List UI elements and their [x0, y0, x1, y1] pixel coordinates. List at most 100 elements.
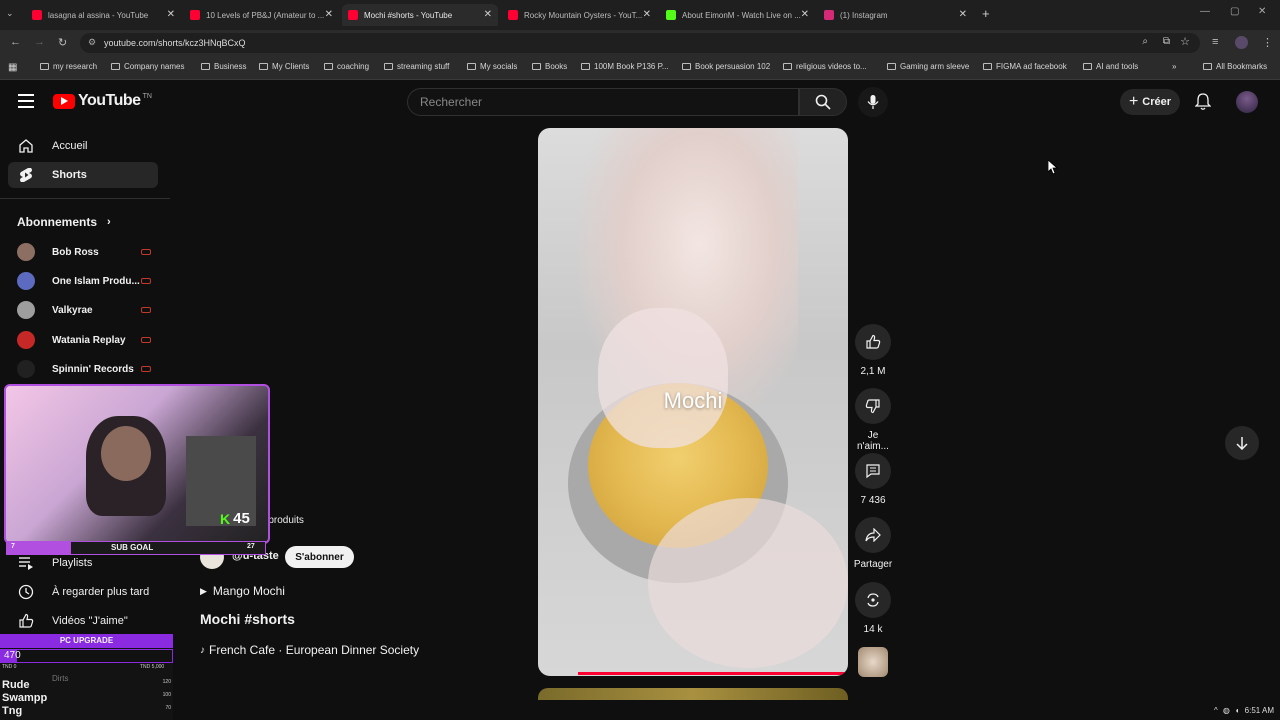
bookmark-folder[interactable]: streaming stuff — [384, 62, 449, 71]
close-tab-icon[interactable]: ✕ — [484, 9, 492, 20]
video-progress-bar[interactable] — [578, 672, 848, 675]
bookmark-folder[interactable]: Company names — [111, 62, 184, 71]
playlist-link[interactable]: ▶ Mango Mochi — [200, 584, 285, 598]
kick-favicon-icon — [666, 10, 676, 20]
folder-icon — [324, 63, 333, 70]
comments-action[interactable]: 7 436 — [852, 453, 894, 506]
bookmark-folder[interactable]: Books — [532, 62, 567, 71]
next-short-preview[interactable] — [538, 688, 848, 700]
sidebar-subscription[interactable]: Bob Ross — [17, 241, 157, 263]
browser-tab[interactable]: (1) Instagram ✕ — [818, 4, 973, 26]
new-tab-plus-icon[interactable]: + — [982, 6, 990, 21]
bookmark-folder[interactable]: coaching — [324, 62, 369, 71]
remix-count: 14 k — [863, 624, 883, 635]
pc-upgrade-max: TND 5,000 — [140, 664, 165, 670]
tray-chevron-icon[interactable]: ^ — [1214, 706, 1218, 715]
close-tab-icon[interactable]: ✕ — [959, 9, 967, 20]
dislike-action[interactable]: Je n'aim... — [852, 388, 894, 452]
browser-tab[interactable]: Rocky Mountain Oysters - YouT... ✕ — [502, 4, 657, 26]
bookmark-folder[interactable]: my research — [40, 62, 97, 71]
all-bookmarks-folder[interactable]: All Bookmarks — [1203, 62, 1267, 71]
browser-tab[interactable]: 10 Levels of PB&J (Amateur to ... ✕ — [184, 4, 339, 26]
subscribe-button[interactable]: S'abonner — [285, 546, 354, 568]
apps-grid-icon[interactable]: ▦ — [8, 62, 17, 73]
bookmark-star-icon[interactable]: ☆ — [1180, 35, 1190, 48]
bookmark-label: Business — [214, 62, 247, 71]
browser-tab[interactable]: lasagna al assina - YouTube ✕ — [26, 4, 181, 26]
bookmark-folder[interactable]: Gaming arm sleeve — [887, 62, 969, 71]
sidebar-item-watch-later[interactable]: À regarder plus tard — [8, 579, 158, 605]
search-input[interactable]: Rechercher — [407, 88, 799, 116]
bookmark-folder[interactable]: religious videos to... — [783, 62, 867, 71]
browser-tab-active[interactable]: Mochi #shorts - YouTube ✕ — [342, 4, 498, 26]
short-video-player[interactable]: Mochi — [538, 128, 848, 676]
comments-button[interactable] — [855, 453, 891, 489]
profile-avatar-icon[interactable] — [1235, 36, 1248, 49]
arrow-down-icon — [1236, 437, 1248, 450]
youtube-logo[interactable]: YouTube TN — [53, 92, 152, 110]
dislike-button[interactable] — [855, 388, 891, 424]
bookmark-folder[interactable]: Business — [201, 62, 246, 71]
minimize-icon[interactable]: — — [1200, 6, 1210, 17]
search-button[interactable] — [799, 88, 847, 116]
bookmark-folder[interactable]: AI and tools — [1083, 62, 1138, 71]
remix-action[interactable]: 14 k — [852, 582, 894, 635]
back-arrow-icon[interactable]: ← — [10, 36, 21, 48]
network-icon[interactable]: ◍ — [1223, 706, 1230, 715]
close-tab-icon[interactable]: ✕ — [643, 9, 651, 20]
sidebar-item-shorts[interactable]: Shorts — [8, 162, 158, 188]
maximize-icon[interactable]: ▢ — [1230, 6, 1239, 17]
channel-name: Watania Replay — [52, 334, 126, 346]
zoom-icon[interactable]: ⌕ — [1142, 36, 1148, 47]
bookmark-folder[interactable]: Book persuasion 102 — [682, 62, 770, 71]
sidebar-item-liked-videos[interactable]: Vidéos "J'aime" — [8, 608, 158, 634]
live-indicator-icon — [141, 249, 151, 255]
tab-title: (1) Instagram — [840, 10, 888, 20]
subscriptions-heading[interactable]: Abonnements › — [17, 215, 111, 229]
account-avatar[interactable] — [1236, 91, 1258, 113]
music-link[interactable]: ♪ French Cafe · European Dinner Society — [200, 643, 419, 657]
bookmark-folder[interactable]: FIGMA ad facebook — [983, 62, 1067, 71]
like-action[interactable]: 2,1 M — [852, 324, 894, 377]
menu-hamburger-icon[interactable] — [18, 94, 34, 108]
sidebar-subscription[interactable]: Watania Replay — [17, 329, 157, 351]
site-info-icon[interactable]: ⚙ — [88, 37, 96, 48]
url-field[interactable]: ⚙ youtube.com/shorts/kcz3HNqBCxQ ⌕ ⧉ ☆ — [80, 33, 1200, 53]
close-tab-icon[interactable]: ✕ — [801, 9, 809, 20]
sidebar-item-home[interactable]: Accueil — [8, 133, 158, 159]
bookmarks-overflow-icon[interactable]: » — [1172, 62, 1176, 71]
voice-search-button[interactable] — [858, 87, 888, 117]
bookmark-folder[interactable]: 100M Book P136 P... — [581, 62, 669, 71]
share-action[interactable]: Partager — [852, 517, 894, 570]
tab-list-chevron-icon[interactable]: ⌄ — [6, 8, 14, 19]
install-icon[interactable]: ⧉ — [1163, 36, 1170, 47]
music-label: French Cafe · European Dinner Society — [209, 643, 420, 657]
bookmark-folder[interactable]: My Clients — [259, 62, 309, 71]
bookmark-folder[interactable]: My socials — [467, 62, 517, 71]
sidebar-item-label: Playlists — [52, 557, 93, 569]
notifications-bell-icon[interactable] — [1194, 93, 1212, 116]
like-button[interactable] — [855, 324, 891, 360]
reload-icon[interactable]: ↻ — [58, 36, 67, 49]
sidebar-item-label: Shorts — [52, 169, 87, 181]
close-tab-icon[interactable]: ✕ — [167, 9, 175, 20]
forward-arrow-icon[interactable]: → — [34, 36, 45, 48]
browser-menu-icon[interactable]: ⋮ — [1262, 36, 1273, 49]
sidebar-subscription[interactable]: Valkyrae — [17, 299, 157, 321]
volume-icon[interactable]: ◖ — [1235, 706, 1240, 715]
share-button[interactable] — [855, 517, 891, 553]
next-short-button[interactable] — [1225, 426, 1259, 460]
media-controls-icon[interactable]: ≡ — [1212, 36, 1218, 48]
sidebar-subscription[interactable]: Spinnin' Records — [17, 358, 157, 380]
sound-thumbnail[interactable] — [858, 647, 888, 677]
clock-icon — [8, 584, 44, 600]
browser-tab[interactable]: About EimonM - Watch Live on ... ✕ — [660, 4, 815, 26]
close-tab-icon[interactable]: ✕ — [325, 9, 333, 20]
sub-goal-fill — [7, 542, 71, 554]
close-window-icon[interactable]: ✕ — [1258, 6, 1266, 17]
create-button[interactable]: + Créer — [1120, 89, 1180, 115]
comment-count: 7 436 — [860, 495, 886, 506]
folder-icon — [783, 63, 792, 70]
sidebar-subscription[interactable]: One Islam Produ... — [17, 270, 157, 292]
remix-button[interactable] — [855, 582, 891, 618]
